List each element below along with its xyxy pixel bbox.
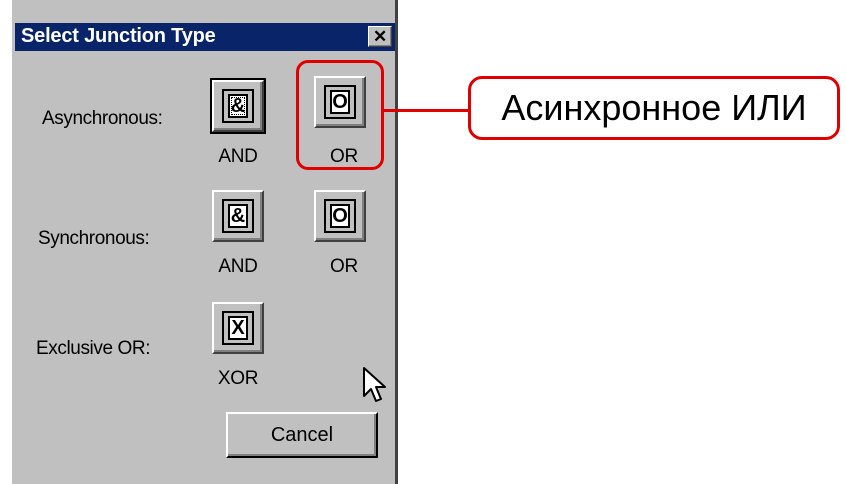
callout-box: Асинхронное ИЛИ — [468, 76, 840, 140]
close-button[interactable]: ✕ — [368, 26, 392, 47]
cancel-button[interactable]: Cancel — [226, 412, 378, 458]
sync-or-caption: OR — [330, 256, 358, 277]
callout-connector-line — [384, 109, 470, 112]
sync-and-caption: AND — [218, 256, 258, 277]
xor-junction-icon: X — [222, 311, 254, 345]
exclusive-or-label: Exclusive OR: — [36, 338, 151, 359]
sync-and-button[interactable]: & — [212, 190, 264, 242]
dialog-title: Select Junction Type — [21, 25, 216, 47]
and-junction-icon: & — [222, 199, 254, 233]
async-and-symbol: & — [228, 94, 248, 118]
close-icon: ✕ — [372, 27, 388, 46]
xor-symbol: X — [228, 316, 248, 340]
async-and-caption: AND — [218, 146, 258, 167]
dialog-titlebar: Select Junction Type ✕ — [15, 23, 395, 51]
sync-or-symbol: O — [330, 204, 350, 228]
async-and-button[interactable]: & — [210, 78, 266, 134]
xor-caption: XOR — [217, 368, 259, 389]
xor-button[interactable]: X — [212, 302, 264, 354]
sync-or-button[interactable]: O — [314, 190, 366, 242]
or-highlight-ring — [296, 60, 384, 170]
and-junction-icon: & — [222, 89, 254, 123]
sync-and-symbol: & — [228, 204, 248, 228]
mouse-pointer-icon — [363, 367, 386, 402]
or-junction-icon: O — [324, 199, 356, 233]
asynchronous-label: Asynchronous: — [42, 108, 163, 129]
synchronous-label: Synchronous: — [38, 228, 150, 249]
